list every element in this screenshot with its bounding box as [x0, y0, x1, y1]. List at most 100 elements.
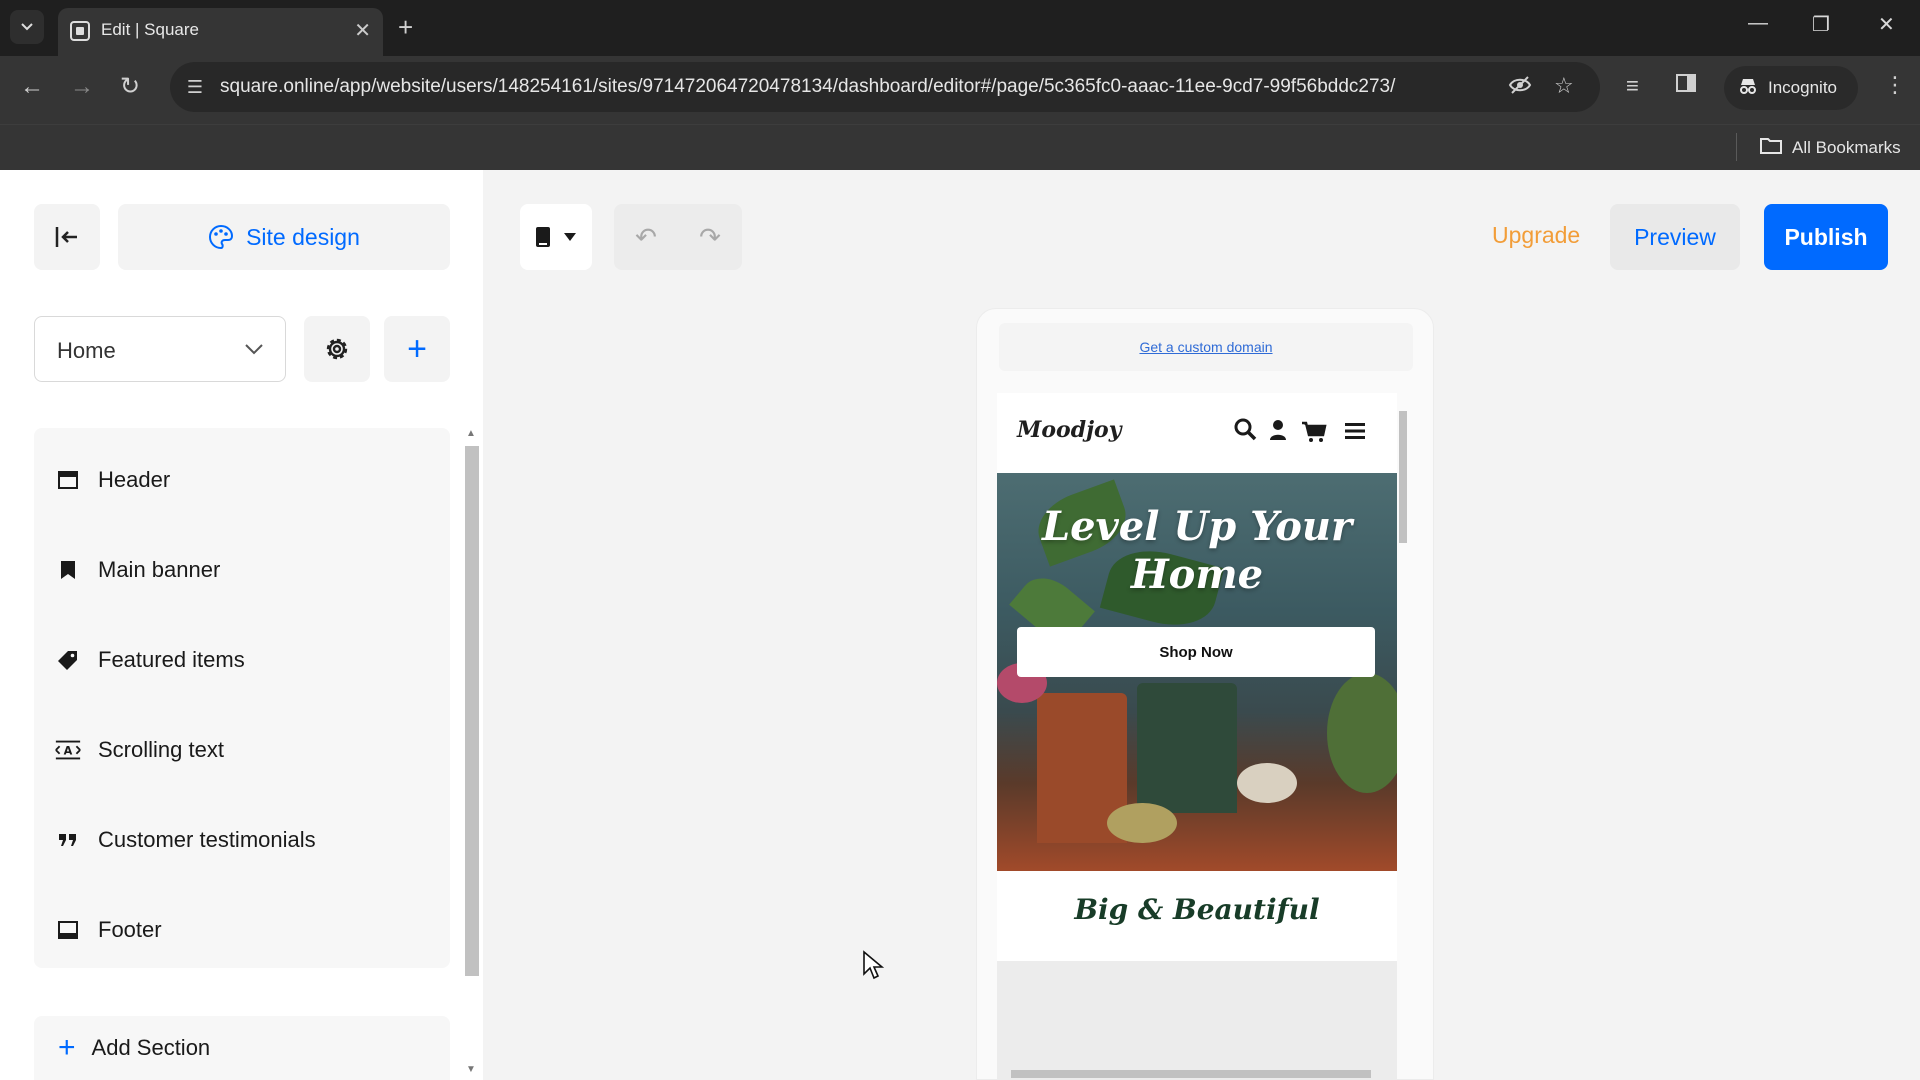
site-header[interactable]: Moodjoy — [997, 393, 1397, 473]
palette-icon — [209, 224, 234, 250]
section-item-featured-items[interactable]: Featured items — [34, 624, 450, 696]
custom-domain-link[interactable]: Get a custom domain — [1139, 339, 1272, 355]
scroll-up-icon[interactable]: ▲ — [466, 428, 476, 439]
shop-now-button[interactable]: Shop Now — [1017, 627, 1375, 677]
preview-horizontal-scrollbar[interactable] — [997, 1067, 1409, 1079]
section-item-header[interactable]: Header — [34, 444, 450, 516]
left-panel: Site design Home + Header Main banner Fe… — [0, 170, 483, 1080]
sections-scrollbar[interactable]: ▲ ▼ — [464, 428, 480, 1080]
search-icon[interactable] — [1233, 417, 1257, 446]
section-label: Featured items — [98, 647, 245, 672]
main-banner[interactable]: Level Up Your Home Shop Now — [997, 473, 1397, 871]
preview-button[interactable]: Preview — [1610, 204, 1740, 270]
hero-title: Level Up Your Home — [1041, 503, 1353, 598]
sections-list: Header Main banner Featured items A Scro… — [34, 428, 450, 968]
address-bar[interactable]: ☰ square.online/app/website/users/148254… — [170, 62, 1600, 112]
green-pot-graphic — [1137, 683, 1237, 813]
scroll-down-icon[interactable]: ▼ — [466, 1064, 476, 1075]
hamburger-menu-icon[interactable] — [1345, 423, 1365, 444]
mobile-device-icon — [536, 227, 550, 247]
square-favicon-icon — [70, 21, 90, 41]
new-tab-icon[interactable]: + — [398, 12, 413, 42]
caret-down-icon — [564, 233, 576, 241]
scrollbar-thumb[interactable] — [1399, 411, 1407, 543]
footer-icon — [54, 920, 82, 940]
site-editor: Site design Home + Header Main banner Fe… — [0, 170, 1920, 1080]
preview-vertical-scrollbar[interactable] — [1397, 393, 1409, 1073]
featured-items-placeholder — [997, 961, 1397, 1080]
exit-editor-button[interactable] — [34, 204, 100, 270]
close-window-icon[interactable]: ✕ — [1878, 12, 1895, 37]
redo-icon[interactable]: ↷ — [699, 222, 721, 253]
exit-icon — [55, 227, 77, 247]
publish-button[interactable]: Publish — [1764, 204, 1888, 270]
svg-text:A: A — [64, 745, 73, 758]
section-item-customer-testimonials[interactable]: Customer testimonials — [34, 804, 450, 876]
section-item-scrolling-text[interactable]: A Scrolling text — [34, 714, 450, 786]
plus-icon: + — [407, 329, 427, 368]
tag-icon — [54, 650, 82, 670]
forward-icon[interactable]: → — [70, 72, 94, 102]
incognito-label: Incognito — [1768, 78, 1837, 97]
undo-icon[interactable]: ↶ — [635, 222, 657, 253]
custom-domain-bar: Get a custom domain — [999, 323, 1413, 371]
bookmarks-bar: All Bookmarks — [0, 124, 1920, 170]
bookmark-icon — [54, 560, 82, 580]
account-icon[interactable] — [1269, 419, 1287, 446]
all-bookmarks-label: All Bookmarks — [1792, 137, 1901, 157]
media-controls-icon[interactable]: ≡ — [1626, 73, 1639, 99]
scrolling-text-icon: A — [54, 739, 82, 761]
section-item-main-banner[interactable]: Main banner — [34, 534, 450, 606]
tracking-protection-icon[interactable] — [1508, 73, 1532, 103]
url-text[interactable]: square.online/app/website/users/14825416… — [220, 76, 1395, 98]
bookmark-star-icon[interactable]: ☆ — [1554, 73, 1574, 99]
incognito-icon — [1738, 77, 1758, 100]
plus-icon: + — [58, 1031, 76, 1064]
browser-menu-icon[interactable]: ⋮ — [1884, 72, 1906, 98]
scrollbar-thumb[interactable] — [465, 446, 479, 976]
upgrade-link[interactable]: Upgrade — [1492, 222, 1580, 249]
section-label: Footer — [98, 917, 162, 942]
preview-screen[interactable]: Moodjoy Level Up Your Home Shop Now Big … — [997, 393, 1397, 1080]
section-label: Customer testimonials — [98, 827, 316, 852]
section-label: Main banner — [98, 557, 221, 582]
page-settings-button[interactable] — [304, 316, 370, 382]
bookmarks-divider — [1736, 133, 1737, 161]
device-view-toggle[interactable] — [520, 204, 592, 270]
air-plant-graphic — [1107, 803, 1177, 843]
browser-tab-bar: Edit | Square ✕ + — ❐ ✕ — [0, 0, 1920, 56]
reload-icon[interactable]: ↻ — [120, 72, 140, 102]
gear-icon — [326, 338, 348, 360]
all-bookmarks-button[interactable]: All Bookmarks — [1760, 136, 1901, 159]
back-icon[interactable]: ← — [20, 72, 44, 102]
mobile-preview-frame: Get a custom domain Moodjoy Level Up You… — [976, 308, 1434, 1080]
restore-icon[interactable]: ❐ — [1812, 12, 1830, 37]
site-design-button[interactable]: Site design — [118, 204, 450, 270]
browser-tab[interactable]: Edit | Square ✕ — [58, 8, 383, 56]
add-section-label: Add Section — [91, 1035, 211, 1060]
minimize-icon[interactable]: — — [1748, 12, 1768, 35]
page-select[interactable]: Home — [34, 316, 286, 382]
side-panel-icon[interactable] — [1676, 73, 1696, 99]
header-icon — [54, 470, 82, 490]
browser-toolbar: ← → ↻ ☰ square.online/app/website/users/… — [0, 56, 1920, 124]
incognito-indicator[interactable]: Incognito — [1724, 66, 1858, 110]
featured-section-heading: Big & Beautiful — [1074, 893, 1320, 926]
cart-icon[interactable] — [1301, 421, 1327, 448]
air-plant-graphic — [1237, 763, 1297, 803]
section-label: Header — [98, 467, 171, 492]
close-tab-icon[interactable]: ✕ — [354, 18, 371, 43]
folder-icon — [1760, 136, 1782, 159]
chevron-down-icon — [245, 344, 263, 355]
site-logo[interactable]: Moodjoy — [1017, 417, 1122, 443]
site-info-icon[interactable]: ☰ — [182, 74, 208, 100]
add-page-button[interactable]: + — [384, 316, 450, 382]
scrollbar-thumb[interactable] — [1011, 1070, 1371, 1078]
section-item-footer[interactable]: Footer — [34, 894, 450, 966]
tab-title: Edit | Square — [101, 20, 199, 39]
moss-ball-graphic — [1327, 673, 1397, 793]
undo-redo-group: ↶ ↷ — [614, 204, 742, 270]
tab-search-button[interactable] — [10, 10, 44, 44]
section-label: Scrolling text — [98, 737, 224, 762]
add-section-button[interactable]: + Add Section — [34, 1016, 450, 1080]
